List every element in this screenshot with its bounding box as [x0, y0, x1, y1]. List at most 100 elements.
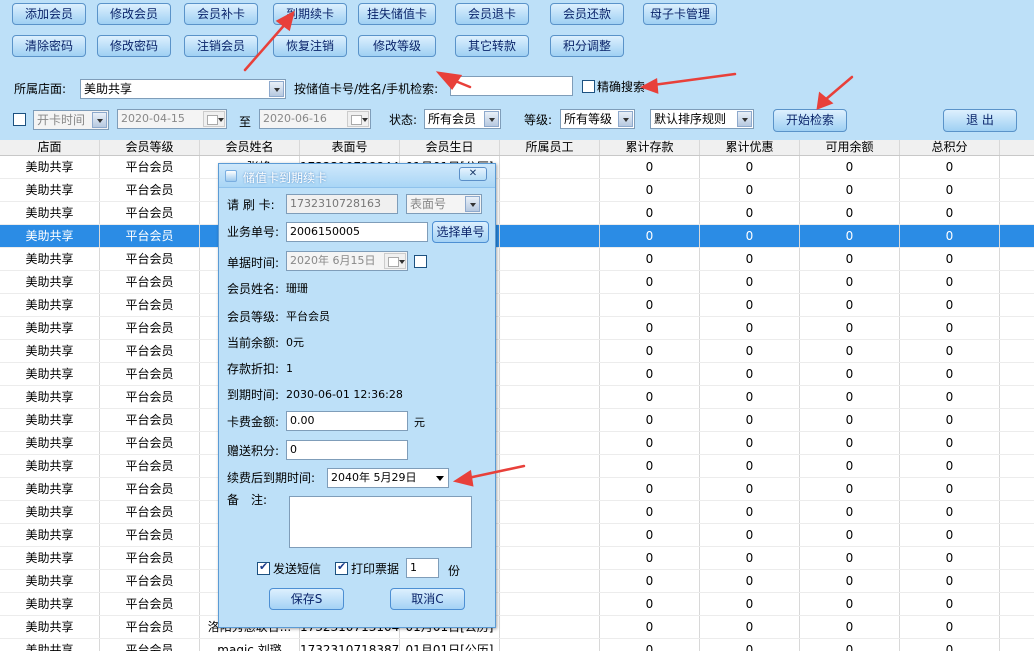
search-input[interactable]: [450, 76, 573, 96]
return-card-button[interactable]: 会员退卡: [455, 3, 529, 25]
sort-select[interactable]: 默认排序规则: [650, 109, 754, 129]
exit-button[interactable]: 退 出: [943, 109, 1017, 132]
table-cell: 0: [600, 639, 700, 651]
table-cell: [1000, 271, 1034, 293]
table-cell: 01月01日[公历]: [400, 639, 500, 651]
other-transfer-button[interactable]: 其它转款: [455, 35, 529, 57]
table-cell: 0: [800, 363, 900, 385]
order-time-picker[interactable]: 2020年 6月15日: [286, 251, 408, 271]
order-input[interactable]: 2006150005: [286, 222, 428, 242]
report-lost-card-button[interactable]: 挂失储值卡: [358, 3, 436, 25]
change-level-button[interactable]: 修改等级: [358, 35, 436, 57]
table-cell: [500, 294, 600, 316]
open-time-checkbox[interactable]: [13, 113, 26, 126]
status-select[interactable]: 所有会员: [424, 109, 501, 129]
edit-member-button[interactable]: 修改会员: [97, 3, 171, 25]
table-row[interactable]: 美助共享 平台会员 0 0 0 0: [0, 386, 1034, 409]
cancel-button[interactable]: 取消C: [390, 588, 465, 610]
card-type-select[interactable]: 表面号: [406, 194, 482, 214]
store-select[interactable]: 美助共享: [80, 79, 286, 99]
table-row[interactable]: 美助共享 平台会员 0 0 0 0: [0, 478, 1034, 501]
table-row[interactable]: 美助共享 平台会员 0 0 0 0: [0, 317, 1034, 340]
table-row[interactable]: 美助共享平台会员爱0000: [0, 593, 1034, 616]
table-row[interactable]: 美助共享平台会员洛阳秀惠联合...173231071310401月01日[公历]…: [0, 616, 1034, 639]
column-header[interactable]: 当前: [1000, 140, 1034, 155]
member-repay-button[interactable]: 会员还款: [550, 3, 624, 25]
select-order-button[interactable]: 选择单号: [432, 221, 489, 243]
exact-search-checkbox[interactable]: [582, 80, 595, 93]
start-search-button[interactable]: 开始检索: [773, 109, 847, 132]
table-row[interactable]: 美助共享 平台会员 magic 刘璐 1732310718387 01月01日[公历] 0…: [0, 639, 1034, 651]
table-row[interactable]: 美助共享 平台会员 0 0 0 0: [0, 501, 1034, 524]
status-select-value: 所有会员: [428, 112, 477, 126]
table-row[interactable]: 美助共享 平台会员 0 0 0 0: [0, 225, 1034, 248]
column-header[interactable]: 累计存款: [600, 140, 700, 155]
parent-child-card-button[interactable]: 母子卡管理: [643, 3, 717, 25]
table-cell: 0: [600, 455, 700, 477]
column-header[interactable]: 表面号: [300, 140, 400, 155]
points-adjust-button[interactable]: 积分调整: [550, 35, 624, 57]
column-header[interactable]: 店面: [0, 140, 100, 155]
print-receipt-checkbox[interactable]: [335, 560, 348, 575]
table-cell: 美助共享: [0, 409, 100, 431]
column-header[interactable]: 所属员工: [500, 140, 600, 155]
open-time-select[interactable]: 开卡时间: [33, 110, 109, 130]
clear-password-button[interactable]: 清除密码: [12, 35, 86, 57]
table-row[interactable]: 美助共享 平台会员 0 0 0 0: [0, 202, 1034, 225]
save-button[interactable]: 保存S: [269, 588, 344, 610]
table-cell: 平台会员: [100, 432, 200, 454]
table-cell: 0: [700, 179, 800, 201]
table-row[interactable]: 美助共享 平台会员 0 0 0 0: [0, 432, 1034, 455]
table-cell: 0: [800, 547, 900, 569]
table-row[interactable]: 美助共享 平台会员 0 0 0 0: [0, 524, 1034, 547]
table-cell: 平台会员: [100, 478, 200, 500]
fee-input[interactable]: 0.00: [286, 411, 408, 431]
table-row[interactable]: 美助共享平台会员小0000: [0, 294, 1034, 317]
table-row[interactable]: 美助共享平台会员君0000: [0, 248, 1034, 271]
column-header[interactable]: 会员生日: [400, 140, 500, 155]
table-cell: [1000, 478, 1034, 500]
table-row[interactable]: 美助共享平台会员m0000: [0, 363, 1034, 386]
column-header[interactable]: 可用余额: [800, 140, 900, 155]
table-cell: 0: [900, 294, 1000, 316]
restore-member-button[interactable]: 恢复注销: [273, 35, 347, 57]
replace-card-button[interactable]: 会员补卡: [184, 3, 258, 25]
table-cell: 0: [800, 455, 900, 477]
column-header[interactable]: 会员姓名: [200, 140, 300, 155]
column-header[interactable]: 会员等级: [100, 140, 200, 155]
table-cell: 美助共享: [0, 202, 100, 224]
table-row[interactable]: 美助共享平台会员60000: [0, 271, 1034, 294]
calendar-icon: [347, 111, 369, 127]
balance-label: 当前余额:: [227, 336, 280, 350]
send-sms-checkbox[interactable]: [257, 560, 270, 575]
order-time-value: 2020年 6月15日: [290, 254, 376, 267]
column-header[interactable]: 总积分: [900, 140, 1000, 155]
new-expire-picker[interactable]: 2040年 5月29日: [327, 468, 449, 488]
column-header[interactable]: 累计优惠: [700, 140, 800, 155]
table-row[interactable]: 美助共享 平台会员 0 0 0 0: [0, 340, 1034, 363]
table-row[interactable]: 美助共享 平台会员 0 0 0 0: [0, 409, 1034, 432]
table-row[interactable]: 美助共享平台会员古0000: [0, 570, 1034, 593]
points-input[interactable]: 0: [286, 440, 408, 460]
change-password-button[interactable]: 修改密码: [97, 35, 171, 57]
sort-select-value: 默认排序规则: [654, 112, 727, 126]
table-cell: 0: [800, 432, 900, 454]
cancel-member-button[interactable]: 注销会员: [184, 35, 258, 57]
add-member-button[interactable]: 添加会员: [12, 3, 86, 25]
close-icon[interactable]: ✕: [459, 167, 487, 181]
table-cell: 美助共享: [0, 593, 100, 615]
renew-card-button[interactable]: 到期续卡: [273, 3, 347, 25]
copies-input[interactable]: 1: [406, 558, 439, 578]
table-row[interactable]: 美助共享 平台会员 0 0 0 0: [0, 179, 1034, 202]
table-cell: 0: [900, 501, 1000, 523]
level-select[interactable]: 所有等级: [560, 109, 635, 129]
balance-value: 0元: [286, 336, 304, 349]
table-row[interactable]: 美助共享 平台会员 0 0 0 0: [0, 547, 1034, 570]
note-textarea[interactable]: [289, 496, 472, 548]
date-from-picker[interactable]: 2020-04-15: [117, 109, 227, 129]
card-input[interactable]: 1732310728163: [286, 194, 398, 214]
table-row[interactable]: 美助共享 平台会员 0 0 0 0: [0, 455, 1034, 478]
date-to-picker[interactable]: 2020-06-16: [259, 109, 371, 129]
order-time-checkbox[interactable]: [414, 255, 427, 268]
table-row[interactable]: 美助共享平台会员x...张峰173231072884401月01日[公历]000…: [0, 156, 1034, 179]
